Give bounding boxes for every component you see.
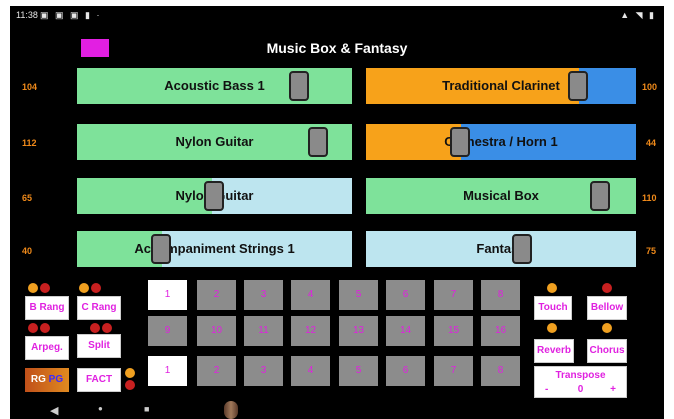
instrument-slider-right-4[interactable]: Fantasy [366, 231, 636, 267]
slider-thumb[interactable] [151, 234, 172, 264]
key-row3-3[interactable]: 3 [244, 356, 283, 386]
key-row2-2[interactable]: 10 [197, 316, 236, 346]
instrument-slider-left-1[interactable]: Acoustic Bass 1 [77, 68, 352, 104]
fact-button[interactable]: FACT [77, 368, 121, 392]
rg-pg-toggle[interactable]: RG PG [25, 368, 69, 392]
notification-icons: ▣ ▣ ▣ ▮ · [40, 10, 102, 20]
home-icon[interactable]: ● [98, 404, 103, 413]
left-value-1: 104 [22, 82, 38, 92]
slider-thumb[interactable] [511, 234, 532, 264]
b-rang-led [40, 283, 50, 293]
system-icons: ▲ ◥ ▮ [620, 10, 656, 20]
status-time: 11:38 [16, 10, 38, 20]
slider-thumb[interactable] [568, 71, 589, 101]
chorus-button[interactable]: Chorus [587, 339, 627, 363]
key-row1-6[interactable]: 6 [386, 280, 425, 310]
key-row2-5[interactable]: 13 [339, 316, 378, 346]
back-icon[interactable]: ◀ [50, 404, 58, 417]
bellow-led [602, 283, 612, 293]
right-value-1: 100 [642, 82, 658, 92]
key-row1-5[interactable]: 5 [339, 280, 378, 310]
key-row3-6[interactable]: 6 [386, 356, 425, 386]
reverb-button[interactable]: Reverb [534, 339, 574, 363]
instrument-label: Orchestra / Horn 1 [444, 134, 558, 149]
instrument-label: Acoustic Bass 1 [164, 78, 265, 93]
arpeg-led [40, 323, 50, 333]
key-row1-4[interactable]: 4 [291, 280, 330, 310]
fact-led [125, 368, 135, 378]
pg-label: PG [48, 374, 64, 385]
arpeg-led [28, 323, 38, 333]
right-value-4: 75 [646, 246, 657, 256]
key-row1-7[interactable]: 7 [434, 280, 473, 310]
slider-thumb[interactable] [203, 181, 224, 211]
key-row3-7[interactable]: 7 [434, 356, 473, 386]
fact-led [125, 380, 135, 390]
page-title: Music Box & Fantasy [266, 40, 408, 56]
slider-thumb[interactable] [308, 127, 328, 157]
key-row3-4[interactable]: 4 [291, 356, 330, 386]
right-value-2: 44 [646, 138, 657, 148]
instrument-slider-right-3[interactable]: Musical Box [366, 178, 636, 214]
b-rang-button[interactable]: B Rang [25, 296, 69, 320]
key-row2-8[interactable]: 16 [481, 316, 520, 346]
instrument-slider-left-2[interactable]: Nylon Guitar [77, 124, 352, 160]
key-row3-5[interactable]: 5 [339, 356, 378, 386]
transpose-control: Transpose - 0 + [534, 366, 627, 398]
key-row2-7[interactable]: 15 [434, 316, 473, 346]
touch-led [547, 283, 557, 293]
c-rang-led [79, 283, 89, 293]
reverb-led [547, 323, 557, 333]
instrument-label: Fantasy [476, 241, 526, 256]
left-value-2: 112 [22, 138, 37, 148]
left-value-4: 40 [22, 246, 33, 256]
key-row1-1[interactable]: 1 [148, 280, 187, 310]
accordion-icon [224, 401, 238, 419]
instrument-slider-left-4[interactable]: Accompaniment Strings 1 [77, 231, 352, 267]
transpose-plus-button[interactable]: + [610, 384, 616, 395]
chorus-led [602, 323, 612, 333]
right-value-3: 110 [642, 193, 657, 203]
key-row1-2[interactable]: 2 [197, 280, 236, 310]
key-row3-1[interactable]: 1 [148, 356, 187, 386]
key-row1-3[interactable]: 3 [244, 280, 283, 310]
left-value-3: 65 [22, 193, 33, 203]
recents-icon[interactable]: ■ [144, 404, 149, 414]
key-row2-4[interactable]: 12 [291, 316, 330, 346]
transpose-label: Transpose [555, 370, 606, 381]
app-screen: 11:38 ▣ ▣ ▣ ▮ · ▲ ◥ ▮ Music Box & Fantas… [10, 6, 664, 419]
key-row3-8[interactable]: 8 [481, 356, 520, 386]
bellow-button[interactable]: Bellow [587, 296, 627, 320]
key-row3-2[interactable]: 2 [197, 356, 236, 386]
key-row1-8[interactable]: 8 [481, 280, 520, 310]
slider-thumb[interactable] [589, 181, 610, 211]
key-row2-3[interactable]: 11 [244, 316, 283, 346]
instrument-slider-right-2[interactable]: Orchestra / Horn 1 [366, 124, 636, 160]
b-rang-led [28, 283, 38, 293]
status-bar: 11:38 ▣ ▣ ▣ ▮ · ▲ ◥ ▮ [10, 6, 664, 24]
c-rang-button[interactable]: C Rang [77, 296, 121, 320]
touch-button[interactable]: Touch [534, 296, 572, 320]
slider-thumb[interactable] [288, 71, 309, 101]
instrument-label: Accompaniment Strings 1 [134, 241, 295, 256]
slider-thumb[interactable] [449, 127, 470, 157]
rg-label: RG [30, 374, 46, 385]
split-led [102, 323, 112, 333]
instrument-label: Traditional Clarinet [442, 78, 560, 93]
split-button[interactable]: Split [77, 334, 121, 358]
instrument-slider-right-1[interactable]: Traditional Clarinet [366, 68, 636, 104]
key-row2-1[interactable]: 9 [148, 316, 187, 346]
key-row2-6[interactable]: 14 [386, 316, 425, 346]
c-rang-led [91, 283, 101, 293]
instrument-slider-left-3[interactable]: Nylon Guitar [77, 178, 352, 214]
split-led [90, 323, 100, 333]
arpeg-button[interactable]: Arpeg. [25, 336, 69, 360]
